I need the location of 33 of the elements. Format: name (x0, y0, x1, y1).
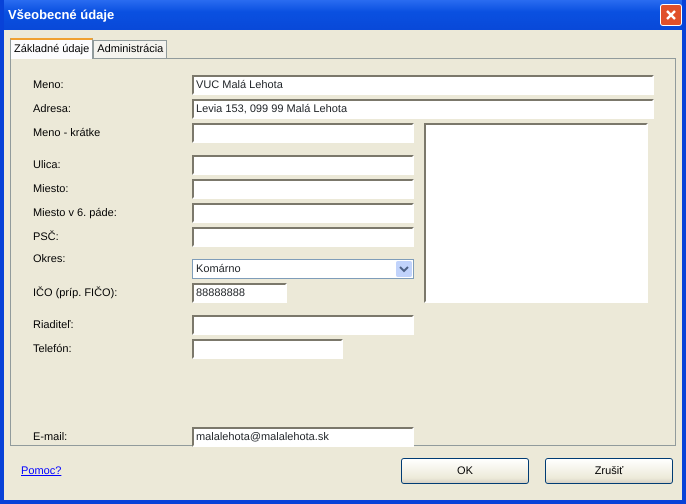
field-label: IČO (príp. FIČO): (33, 285, 118, 300)
field-label: Ulica: (33, 158, 62, 172)
field-label: E-mail: (33, 430, 68, 444)
field-label: Meno: (33, 78, 65, 92)
close-button[interactable] (660, 4, 682, 26)
help-link[interactable]: Pomoc? (21, 462, 62, 480)
dialog-button[interactable]: OK (401, 458, 529, 484)
input-field[interactable] (192, 315, 414, 335)
input-field[interactable] (192, 227, 414, 247)
input-field[interactable]: Levia 153, 099 99 Malá Lehota (192, 99, 654, 119)
field-label: Miesto: (33, 182, 70, 196)
field-label: Okres: (33, 252, 66, 266)
field-label: Telefón: (33, 342, 73, 356)
input-field[interactable] (192, 179, 414, 199)
input-field[interactable] (192, 123, 414, 143)
input-field[interactable] (192, 203, 414, 223)
close-icon (665, 9, 677, 21)
field-label: PSČ: (33, 229, 60, 244)
field-label: Adresa: (33, 102, 72, 116)
field-label: Miesto v 6. páde: (33, 206, 118, 220)
field-label: Meno - krátke (33, 126, 102, 140)
input-field[interactable]: 88888888 (192, 283, 287, 303)
tab[interactable]: Administrácia (93, 40, 168, 58)
input-field[interactable] (192, 339, 343, 359)
chevron-down-icon[interactable] (396, 261, 412, 277)
input-field[interactable]: VUC Malá Lehota (192, 75, 654, 95)
tab[interactable]: Základné údaje (10, 38, 94, 59)
input-field[interactable]: malalehota@malalehota.sk (192, 427, 414, 447)
window-title: Všeobecné údaje (8, 6, 114, 24)
field-label: Riaditeľ: (33, 318, 75, 332)
dropdown[interactable]: Komárno (192, 259, 414, 279)
input-field[interactable] (192, 155, 414, 175)
dialog-button[interactable]: Zrušiť (545, 458, 673, 484)
